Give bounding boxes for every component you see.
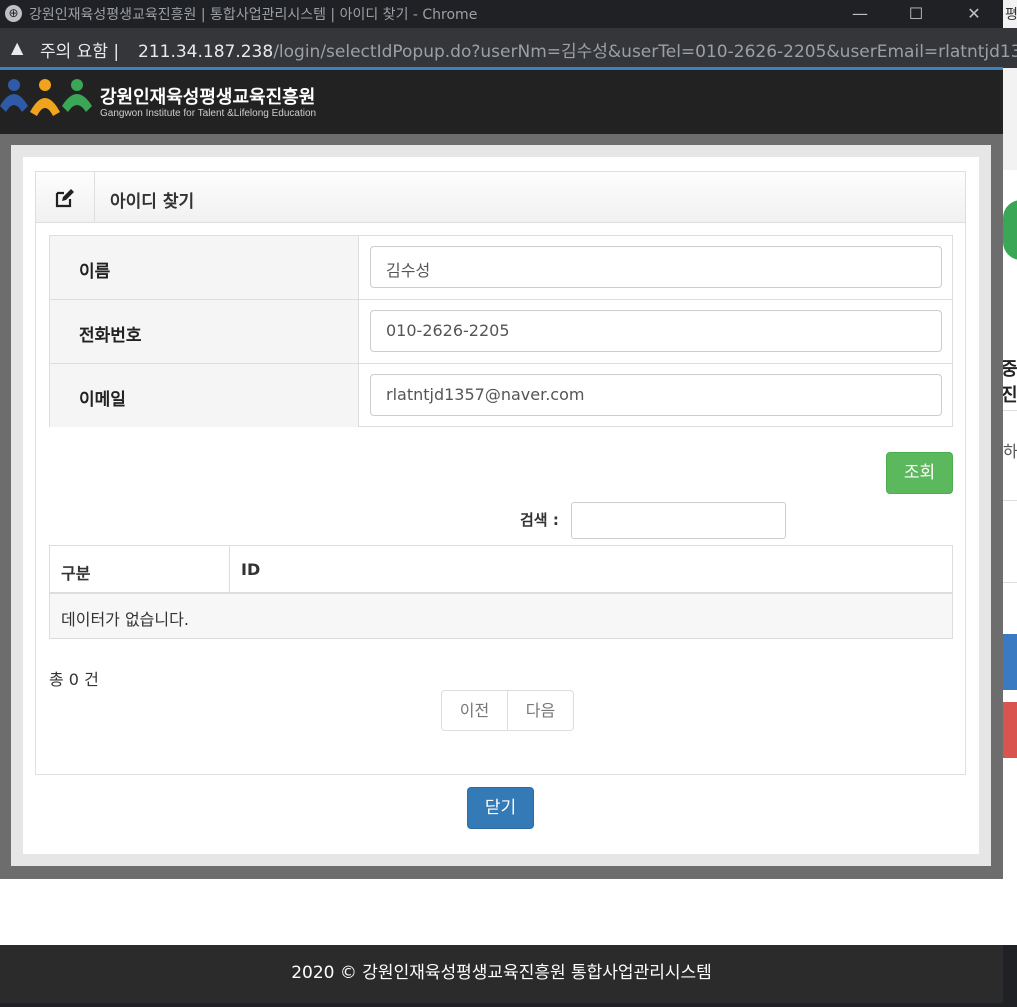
modal-title: 아이디 찾기 [110,192,195,212]
phone-field[interactable]: 010-2626-2205 [370,310,942,352]
background-logo-icon [1003,200,1017,260]
form-row-phone: 전화번호 010-2626-2205 [50,300,952,364]
email-field[interactable]: rlatntjd1357@naver.com [370,374,942,416]
empty-message: 데이터가 없습니다. [50,594,952,638]
column-header-id[interactable]: ID [230,546,952,592]
minimize-icon[interactable]: — [846,2,874,26]
security-warning[interactable]: 주의 요함 | [40,37,119,62]
filter-input[interactable] [571,502,786,539]
background-text: 하 [1003,442,1017,461]
background-window-edge: 평 [1003,0,1017,170]
warning-icon: ▲ [11,38,24,57]
background-text: 중진 [1003,359,1017,406]
filter-label: 검색 : [520,511,559,529]
site-header: 강원인재육성평생교육진흥원 Gangwon Institute for Tale… [0,70,1003,134]
close-icon[interactable]: ✕ [960,2,988,26]
phone-label: 전화번호 [50,300,359,363]
background-button [1003,702,1017,758]
org-logo-icon [0,79,92,116]
address-bar[interactable]: ▲ 주의 요함 | 211.34.187.238/login/selectIdP… [0,28,1017,68]
pagination: 이전 다음 [441,690,574,731]
globe-icon: ⊕ [5,5,22,22]
url-text[interactable]: 211.34.187.238/login/selectIdPopup.do?us… [138,37,1017,62]
panel-header: 아이디 찾기 [35,171,966,223]
search-button[interactable]: 조회 [886,452,953,494]
email-label: 이메일 [50,364,359,427]
form-row-email: 이메일 rlatntjd1357@naver.com [50,364,952,428]
close-button[interactable]: 닫기 [467,787,534,829]
total-count: 총 0 건 [49,670,99,689]
column-header-type[interactable]: 구분 [50,546,230,592]
edit-icon [55,189,74,208]
next-page-button[interactable]: 다음 [508,691,573,730]
form-row-name: 이름 김수성 [50,236,952,300]
name-label: 이름 [50,236,359,299]
maximize-icon[interactable]: ☐ [902,2,930,26]
search-form: 이름 김수성 전화번호 010-2626-2205 이메일 rlatntjd13… [49,235,953,427]
window-titlebar: ⊕ 강원인재육성평생교육진흥원 | 통합사업관리시스템 | 아이디 찾기 - C… [0,0,1017,28]
org-name-en: Gangwon Institute for Talent &Lifelong E… [100,108,317,119]
org-name-ko: 강원인재육성평생교육진흥원 [100,87,316,107]
results-table: 구분 ID 데이터가 없습니다. [49,545,953,639]
window-title: 강원인재육성평생교육진흥원 | 통합사업관리시스템 | 아이디 찾기 - Chr… [29,7,478,23]
prev-page-button[interactable]: 이전 [442,691,508,730]
background-page-edge: 중진 하 [1003,170,1017,945]
site-footer: 2020 © 강원인재육성평생교육진흥원 통합사업관리시스템 [0,945,1003,1003]
panel-icon-box [36,172,95,222]
page-content-area [0,879,1003,945]
background-button [1003,634,1017,690]
name-field[interactable]: 김수성 [370,246,942,288]
background-window-char: 평 [1005,7,1017,23]
